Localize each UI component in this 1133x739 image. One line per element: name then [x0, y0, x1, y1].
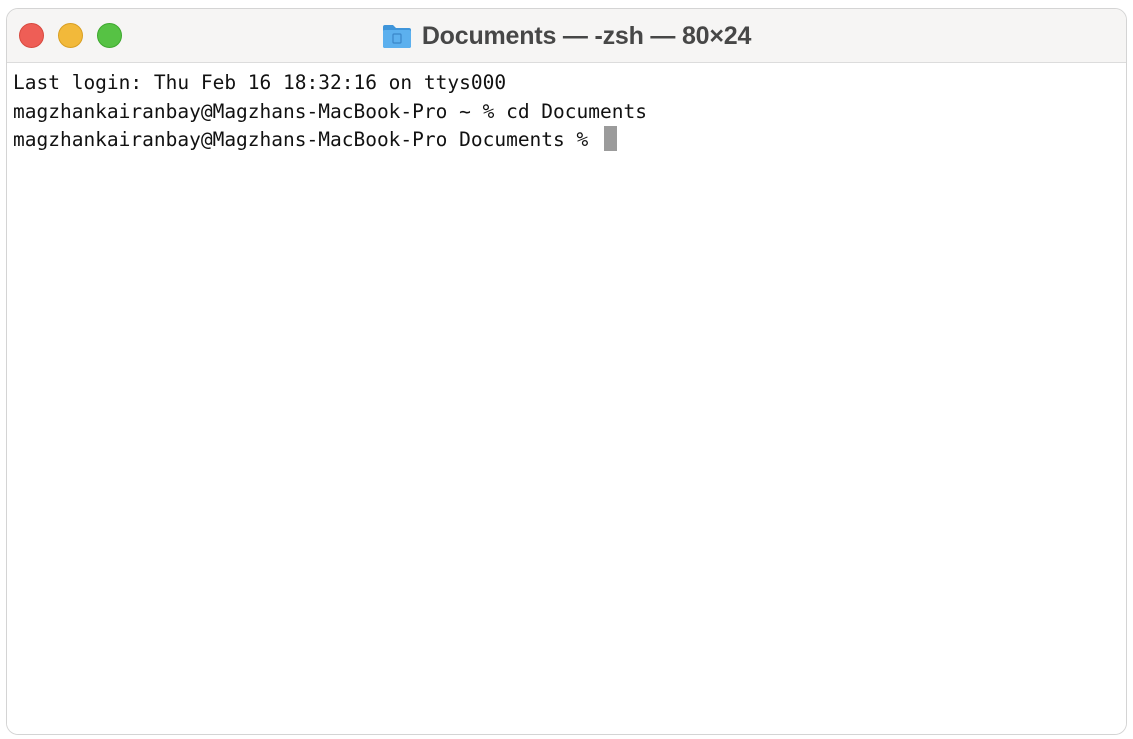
terminal-prompt-text: magzhankairanbay@Magzhans-MacBook-Pro Do…: [13, 128, 600, 151]
terminal-line-cd-command: magzhankairanbay@Magzhans-MacBook-Pro ~ …: [13, 99, 647, 123]
terminal-cursor: [604, 126, 617, 151]
folder-icon: [382, 25, 411, 48]
window-title-area: Documents — -zsh — 80×24: [7, 9, 1126, 63]
window-title: Documents — -zsh — 80×24: [421, 21, 752, 50]
terminal-line-login: Last login: Thu Feb 16 18:32:16 on ttys0…: [13, 71, 507, 94]
terminal-window: Documents — -zsh — 80×24 Last login: Thu…: [6, 8, 1127, 735]
terminal-line-prompt[interactable]: magzhankairanbay@Magzhans-MacBook-Pro Do…: [13, 126, 1120, 155]
title-bar[interactable]: Documents — -zsh — 80×24: [7, 9, 1126, 63]
terminal-content[interactable]: Last login: Thu Feb 16 18:32:16 on ttys0…: [7, 65, 1126, 734]
